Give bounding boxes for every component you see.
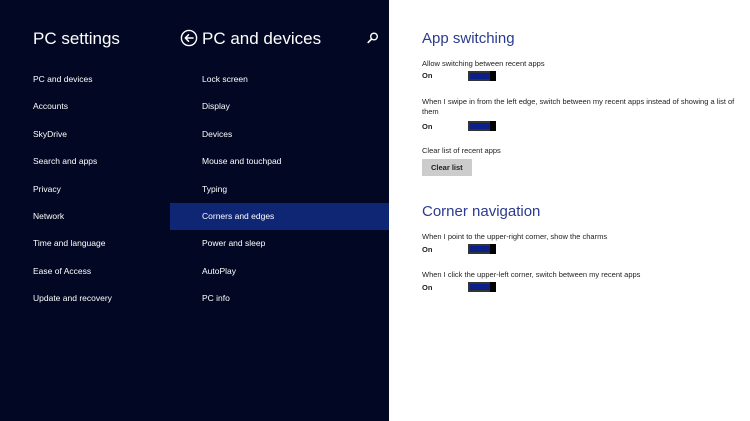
nav-item-skydrive[interactable]: SkyDrive: [0, 121, 170, 148]
nav-item-network[interactable]: Network: [0, 203, 170, 230]
toggle-knob: [490, 71, 496, 81]
clear-list-label: Clear list of recent apps: [422, 146, 501, 155]
nav-item-display[interactable]: Display: [170, 93, 389, 120]
swipe-left-edge-label: When I swipe in from the left edge, swit…: [422, 97, 735, 116]
pc-settings-list: PC and devices Accounts SkyDrive Search …: [0, 66, 170, 313]
pc-and-devices-list: Lock screen Display Devices Mouse and to…: [170, 66, 389, 313]
nav-item-devices[interactable]: Devices: [170, 121, 389, 148]
corners-and-edges-content: App switching Allow switching between re…: [389, 0, 750, 421]
allow-switching-toggle[interactable]: [468, 71, 496, 81]
upper-right-corner-toggle[interactable]: [468, 244, 496, 254]
pc-settings-title: PC settings: [33, 29, 120, 48]
toggle-knob: [490, 282, 496, 292]
toggle-knob: [490, 244, 496, 254]
settings-nav-panel: PC settings PC and devices Accounts SkyD…: [0, 0, 389, 421]
nav-item-privacy[interactable]: Privacy: [0, 176, 170, 203]
swipe-left-edge-toggle[interactable]: [468, 121, 496, 131]
nav-item-update-and-recovery[interactable]: Update and recovery: [0, 285, 170, 312]
nav-item-pc-and-devices[interactable]: PC and devices: [0, 66, 170, 93]
app-switching-heading: App switching: [422, 30, 515, 47]
back-arrow-circle-icon: [180, 29, 198, 47]
corner-navigation-heading: Corner navigation: [422, 203, 541, 220]
nav-item-autoplay[interactable]: AutoPlay: [170, 258, 389, 285]
nav-item-lock-screen[interactable]: Lock screen: [170, 66, 389, 93]
search-button[interactable]: [366, 31, 380, 45]
nav-item-power-and-sleep[interactable]: Power and sleep: [170, 230, 389, 257]
search-icon: [367, 32, 378, 44]
nav-item-search-and-apps[interactable]: Search and apps: [0, 148, 170, 175]
nav-item-time-and-language[interactable]: Time and language: [0, 230, 170, 257]
swipe-left-edge-state: On: [422, 122, 433, 131]
nav-item-corners-and-edges[interactable]: Corners and edges: [170, 202, 389, 231]
upper-left-corner-state: On: [422, 283, 433, 292]
toggle-knob: [490, 121, 496, 131]
upper-right-corner-state: On: [422, 245, 433, 254]
nav-item-accounts[interactable]: Accounts: [0, 93, 170, 120]
nav-item-mouse-and-touchpad[interactable]: Mouse and touchpad: [170, 148, 389, 175]
nav-item-ease-of-access[interactable]: Ease of Access: [0, 258, 170, 285]
nav-item-typing[interactable]: Typing: [170, 176, 389, 203]
pc-and-devices-title: PC and devices: [202, 29, 322, 48]
nav-item-pc-info[interactable]: PC info: [170, 285, 389, 312]
clear-list-button[interactable]: Clear list: [422, 159, 472, 176]
back-button[interactable]: [180, 29, 198, 47]
upper-left-corner-toggle[interactable]: [468, 282, 496, 292]
allow-switching-state: On: [422, 71, 433, 80]
upper-left-corner-label: When I click the upper-left corner, swit…: [422, 270, 641, 279]
upper-right-corner-label: When I point to the upper-right corner, …: [422, 232, 608, 241]
allow-switching-label: Allow switching between recent apps: [422, 59, 545, 68]
